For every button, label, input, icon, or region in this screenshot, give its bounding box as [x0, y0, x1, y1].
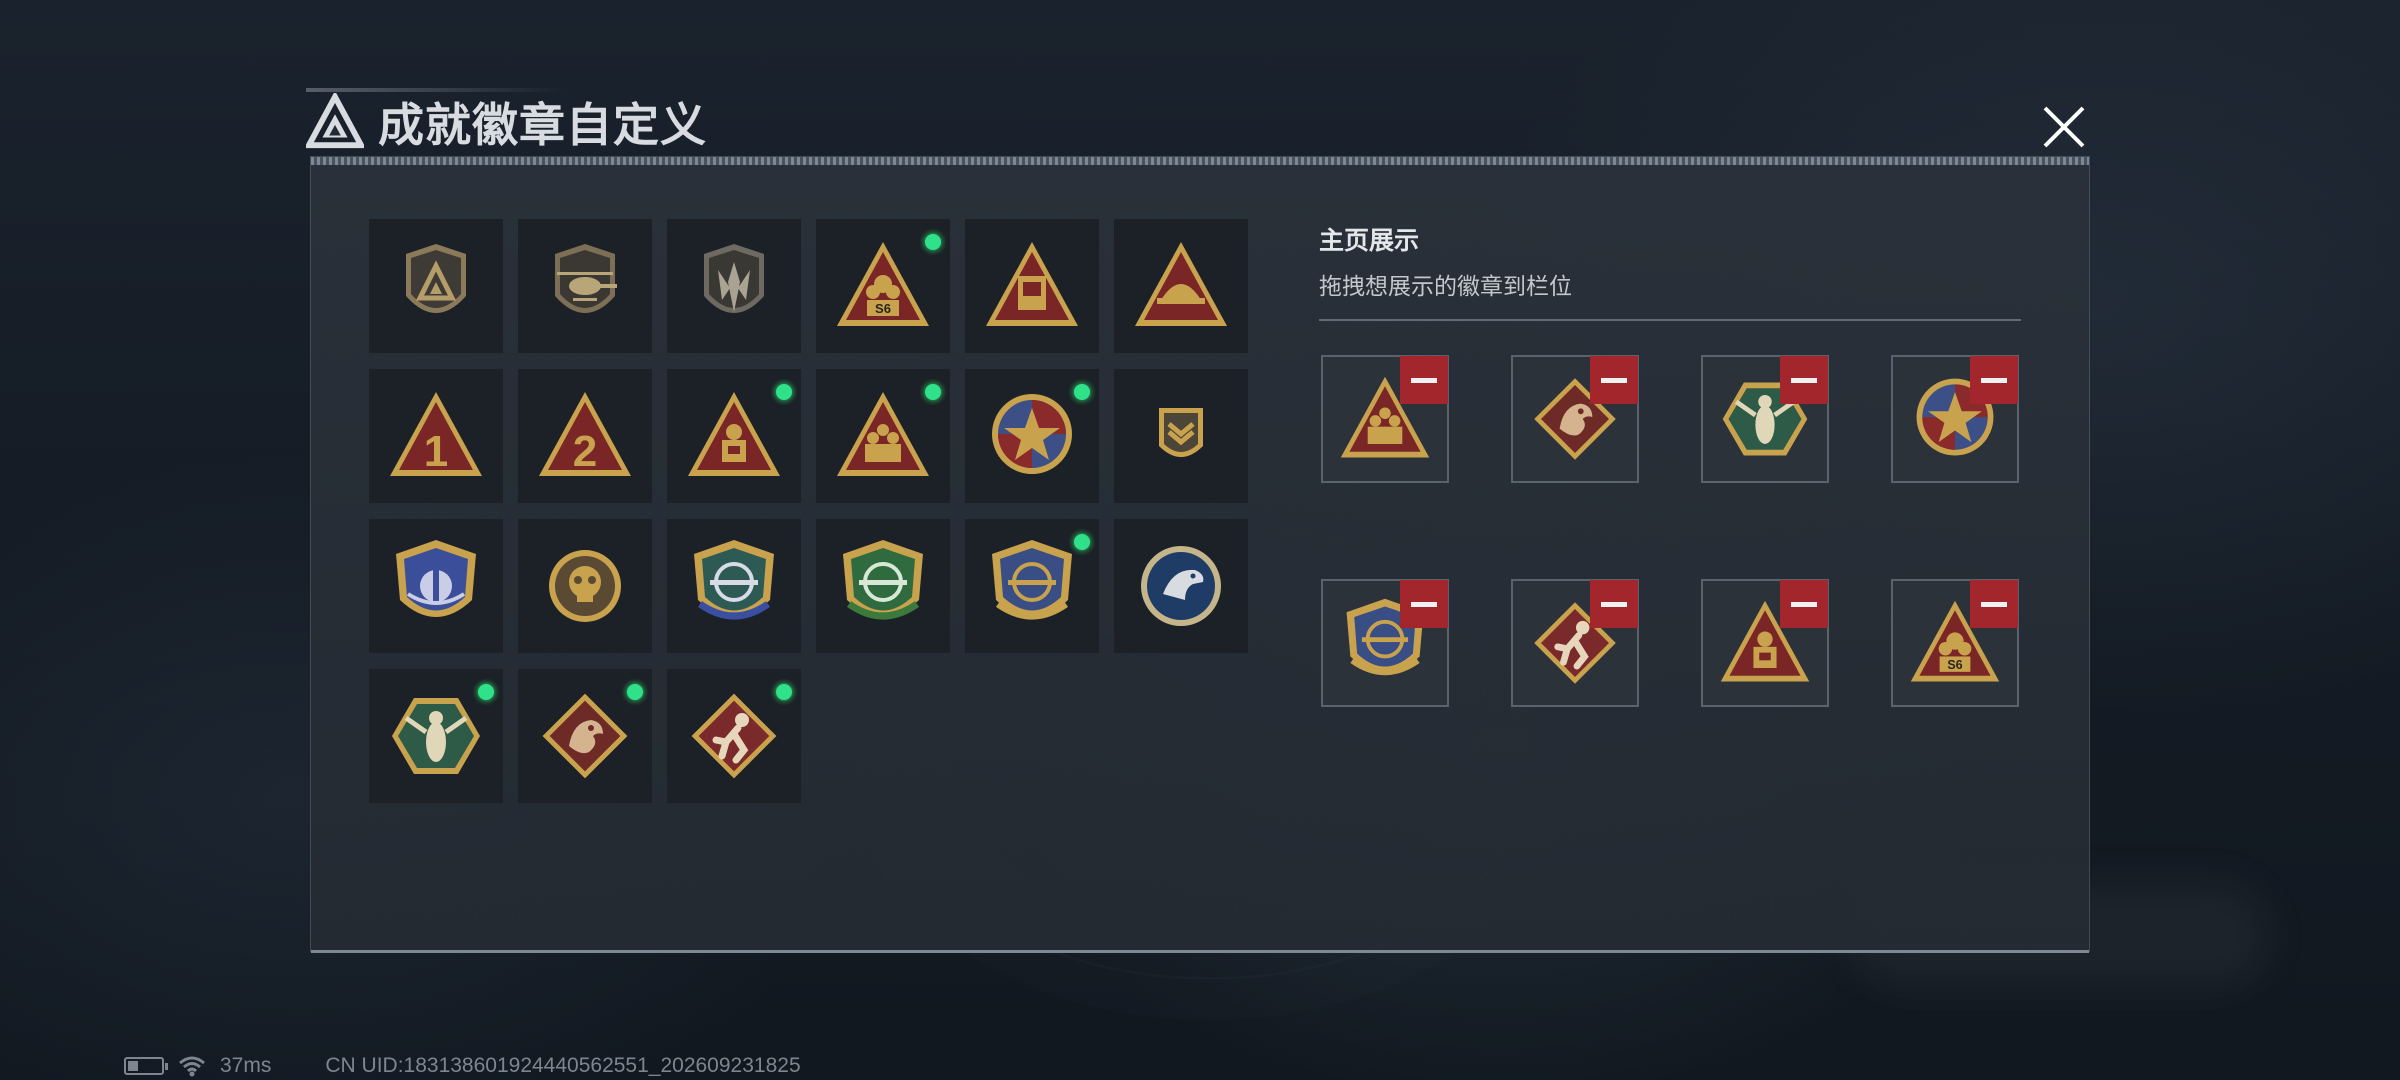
remove-button[interactable] [1400, 356, 1448, 404]
new-indicator-dot [473, 679, 499, 705]
panel-bottom-line [311, 950, 2089, 953]
showcase-slot[interactable] [1701, 579, 1829, 707]
minus-icon [1981, 601, 2007, 607]
new-indicator-dot [771, 379, 797, 405]
new-indicator-dot [1069, 379, 1095, 405]
dragon-diamond-icon [542, 693, 628, 779]
badge-cell[interactable] [667, 519, 801, 653]
badge-cell[interactable] [965, 369, 1099, 503]
triangle-squad-icon [837, 392, 929, 476]
game-logo-icon [306, 93, 364, 149]
showcase-slots: S6 [1321, 355, 2019, 707]
badge-cell[interactable]: S6 [816, 219, 950, 353]
triangle-helmet-icon [1135, 242, 1227, 326]
wasp-hexagon-icon [392, 698, 480, 774]
minus-icon [1601, 377, 1627, 383]
badge-panel: S6 1 2 主页展示 拖拽想展示的徽章到栏位 S6 [310, 156, 2090, 953]
triangle-soldier-icon [688, 392, 780, 476]
new-indicator-dot [771, 679, 797, 705]
rifle-crosshair-blue-icon [694, 540, 774, 620]
wifi-icon [179, 1056, 205, 1077]
remove-button[interactable] [1400, 580, 1448, 628]
showcase-slot[interactable] [1321, 579, 1449, 707]
minus-icon [1411, 601, 1437, 607]
rifle-crosshair-green-icon [843, 540, 923, 620]
remove-button[interactable] [1590, 356, 1638, 404]
remove-button[interactable] [1590, 580, 1638, 628]
minus-icon [1411, 377, 1437, 383]
minus-icon [1791, 377, 1817, 383]
badge-cell[interactable]: 1 [369, 369, 503, 503]
showcase-title: 主页展示 [1319, 226, 1420, 255]
badge-cell[interactable] [518, 219, 652, 353]
remove-button[interactable] [1780, 580, 1828, 628]
app-root: 成就徽章自定义 S6 1 2 主页展示 拖拽想展示的徽章到栏位 S6 37ms … [0, 0, 2400, 1080]
svg-text:S6: S6 [875, 301, 891, 316]
svg-text:S6: S6 [1947, 658, 1962, 672]
star-medal-icon [992, 394, 1072, 474]
panel-top-bar [311, 157, 2089, 165]
showcase-slot[interactable] [1511, 355, 1639, 483]
status-bar: 37ms CN UID:1831386019244405625​51_20260… [124, 1054, 801, 1078]
badge-cell[interactable] [369, 219, 503, 353]
badge-cell[interactable] [369, 519, 503, 653]
badge-cell[interactable] [667, 369, 801, 503]
triangle-s6-icon: S6 [837, 242, 929, 326]
minus-icon [1981, 377, 2007, 383]
runner-diamond-icon [691, 693, 777, 779]
triangle-keycard-icon [986, 242, 1078, 326]
svg-text:1: 1 [424, 427, 448, 476]
badge-cell[interactable] [1114, 519, 1248, 653]
badge-cell[interactable] [369, 669, 503, 803]
shield-triangle-logo-icon [406, 244, 466, 313]
showcase-slot[interactable] [1511, 579, 1639, 707]
triangle-number-one-icon: 1 [390, 392, 482, 476]
helicopter-shield-icon [555, 244, 617, 313]
uid-text: CN UID:1831386019244405625​51_2026092318… [325, 1054, 801, 1077]
dialog-title: 成就徽章自定义 [378, 98, 707, 152]
remove-button[interactable] [1970, 580, 2018, 628]
new-indicator-dot [1069, 529, 1095, 555]
showcase-subtitle: 拖拽想展示的徽章到栏位 [1319, 274, 1572, 300]
rank-shield-icon [1159, 408, 1203, 457]
new-indicator-dot [920, 379, 946, 405]
blade-shield-icon [704, 244, 764, 313]
eagle-emblem-icon [1141, 546, 1221, 626]
badge-cell[interactable] [965, 519, 1099, 653]
badge-cell[interactable] [518, 669, 652, 803]
showcase-slot[interactable] [1701, 355, 1829, 483]
badge-cell[interactable] [1114, 369, 1248, 503]
skull-emblem-icon [549, 550, 621, 622]
minus-icon [1601, 601, 1627, 607]
svg-text:2: 2 [573, 427, 597, 476]
battery-icon [124, 1057, 168, 1075]
dialog-header: 成就徽章自定义 [306, 92, 707, 152]
ping-text: 37ms [220, 1054, 272, 1077]
badge-cell[interactable] [518, 519, 652, 653]
showcase-slot[interactable] [1321, 355, 1449, 483]
badge-cell[interactable] [816, 519, 950, 653]
remove-button[interactable] [1970, 356, 2018, 404]
badge-cell[interactable] [667, 219, 801, 353]
close-button[interactable] [2032, 98, 2096, 156]
rifle-crosshair-gold-icon [992, 540, 1072, 620]
triangle-number-two-icon: 2 [539, 392, 631, 476]
showcase-slot[interactable] [1891, 355, 2019, 483]
close-icon [2043, 106, 2085, 148]
badge-grid: S6 1 2 [369, 219, 1248, 803]
remove-button[interactable] [1780, 356, 1828, 404]
minus-icon [1791, 601, 1817, 607]
new-indicator-dot [622, 679, 648, 705]
showcase-slot[interactable]: S6 [1891, 579, 2019, 707]
blue-wing-shield-icon [396, 540, 476, 617]
new-indicator-dot [920, 229, 946, 255]
badge-cell[interactable] [965, 219, 1099, 353]
badge-cell[interactable] [816, 369, 950, 503]
badge-cell[interactable] [1114, 219, 1248, 353]
badge-cell[interactable]: 2 [518, 369, 652, 503]
showcase-divider [1319, 319, 2021, 321]
badge-cell[interactable] [667, 669, 801, 803]
showcase-header: 主页展示 拖拽想展示的徽章到栏位 [1319, 221, 2021, 321]
